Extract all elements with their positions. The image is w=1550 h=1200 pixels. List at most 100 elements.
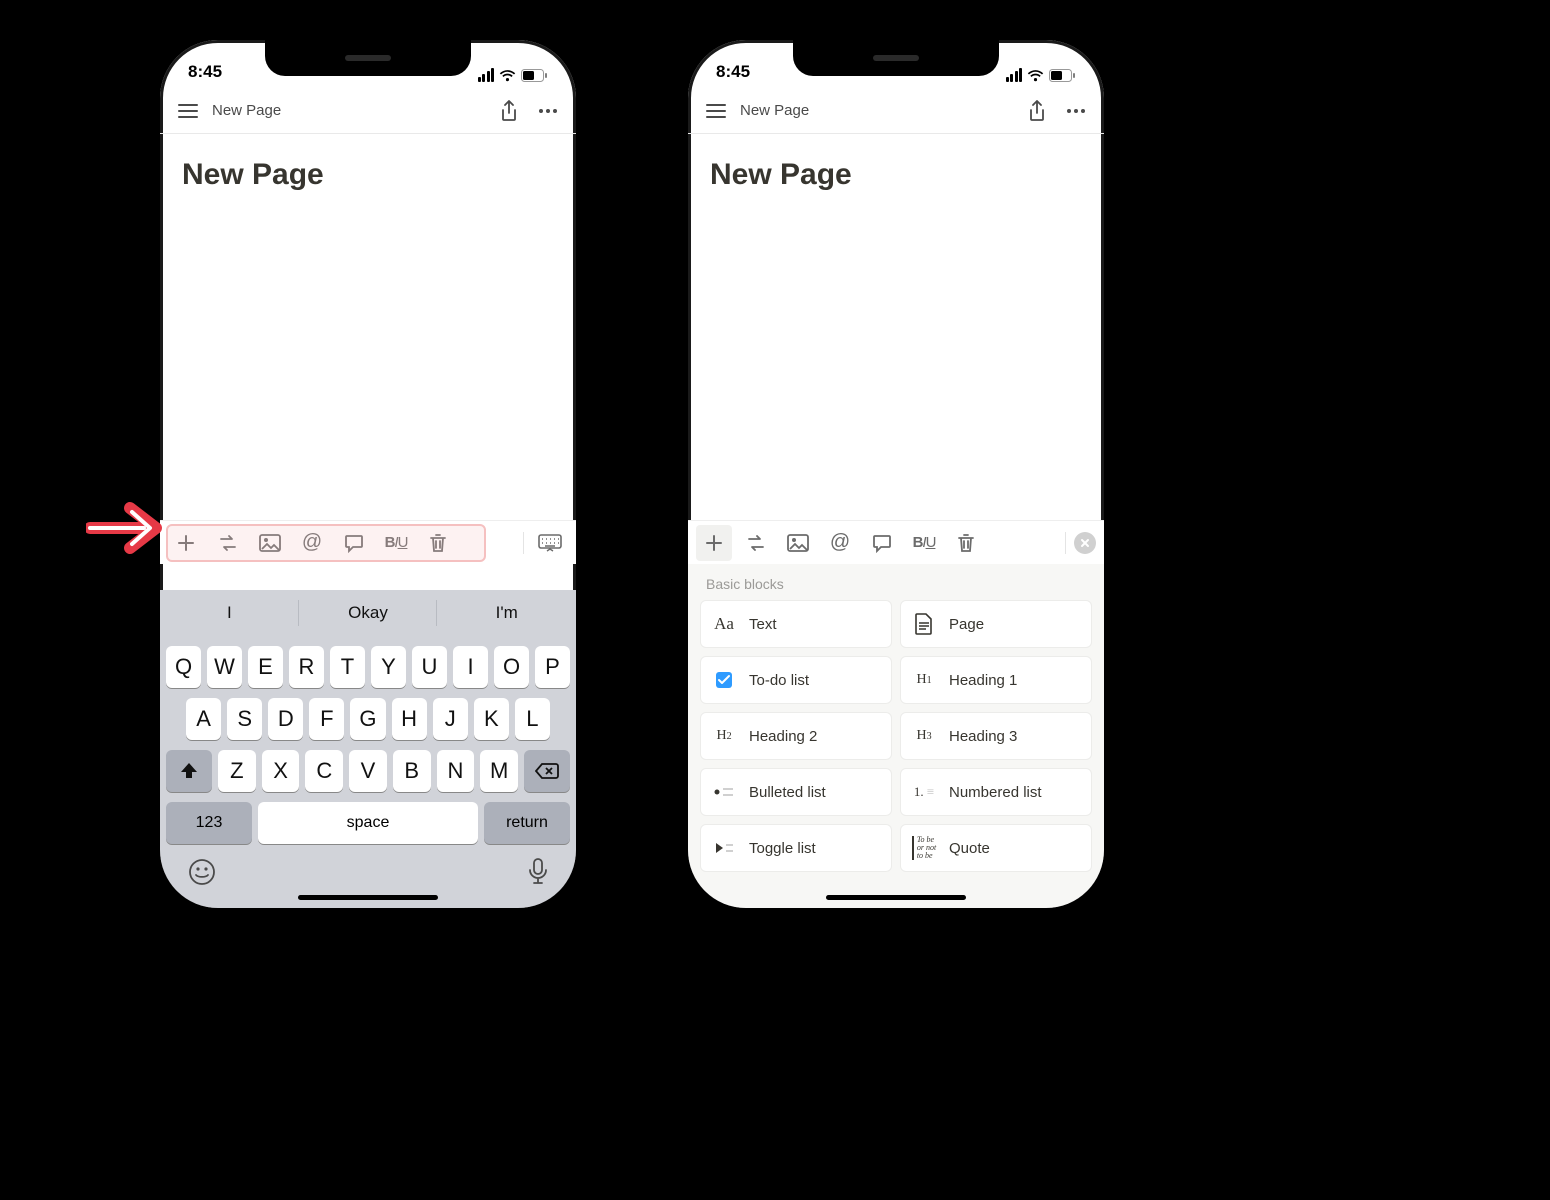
- key-u[interactable]: U: [412, 646, 447, 688]
- H2-icon: H2: [711, 723, 737, 749]
- key-d[interactable]: D: [268, 698, 303, 740]
- add-block-button[interactable]: [696, 525, 732, 561]
- key-m[interactable]: M: [480, 750, 518, 792]
- keyboard-toggle-button[interactable]: [532, 525, 568, 561]
- key-o[interactable]: O: [494, 646, 529, 688]
- key-a[interactable]: A: [186, 698, 221, 740]
- navbar: New Page: [688, 88, 1104, 134]
- shift-key[interactable]: [166, 750, 212, 792]
- suggestion[interactable]: I: [160, 590, 299, 636]
- space-key[interactable]: space: [258, 802, 478, 844]
- image-button[interactable]: [252, 525, 288, 561]
- share-icon[interactable]: [500, 100, 518, 122]
- editor-toolbar: @ BIU: [160, 520, 576, 564]
- turn-into-button[interactable]: [738, 525, 774, 561]
- share-icon[interactable]: [1028, 100, 1046, 122]
- turn-into-button[interactable]: [210, 525, 246, 561]
- comment-button[interactable]: [336, 525, 372, 561]
- block-item-label: To-do list: [749, 672, 809, 689]
- key-x[interactable]: X: [262, 750, 300, 792]
- notch: [265, 40, 471, 76]
- key-b[interactable]: B: [393, 750, 431, 792]
- signal-icon: [478, 68, 495, 82]
- block-item-page[interactable]: Page: [900, 600, 1092, 648]
- delete-button[interactable]: [948, 525, 984, 561]
- close-panel-button[interactable]: [1074, 532, 1096, 554]
- emoji-key[interactable]: [188, 858, 216, 893]
- arrow-annotation: [86, 498, 166, 563]
- more-icon[interactable]: [538, 108, 558, 114]
- block-item-heading-2[interactable]: H2 Heading 2: [700, 712, 892, 760]
- return-key[interactable]: return: [484, 802, 570, 844]
- block-item-numbered-list[interactable]: 1. ≡ Numbered list: [900, 768, 1092, 816]
- block-item-heading-3[interactable]: H3Heading 3: [900, 712, 1092, 760]
- suggestion[interactable]: Okay: [299, 590, 438, 636]
- mention-button[interactable]: @: [294, 525, 330, 561]
- backspace-key[interactable]: [524, 750, 570, 792]
- key-r[interactable]: R: [289, 646, 324, 688]
- block-item-label: Bulleted list: [749, 784, 826, 801]
- delete-button[interactable]: [420, 525, 456, 561]
- phone-left: 8:45 New Page New Page: [160, 40, 576, 908]
- signal-icon: [1006, 68, 1023, 82]
- home-indicator[interactable]: [826, 895, 966, 900]
- page-title[interactable]: New Page: [688, 134, 1104, 192]
- block-item-to-do-list[interactable]: To-do list: [700, 656, 892, 704]
- menu-icon[interactable]: [178, 103, 198, 119]
- key-s[interactable]: S: [227, 698, 262, 740]
- suggestion[interactable]: I'm: [437, 590, 576, 636]
- suggestion-row: I Okay I'm: [160, 590, 576, 636]
- dictation-key[interactable]: [528, 858, 548, 893]
- block-item-label: Heading 2: [749, 728, 817, 745]
- image-button[interactable]: [780, 525, 816, 561]
- key-g[interactable]: G: [350, 698, 385, 740]
- key-t[interactable]: T: [330, 646, 365, 688]
- more-icon[interactable]: [1066, 108, 1086, 114]
- key-p[interactable]: P: [535, 646, 570, 688]
- status-time: 8:45: [716, 62, 750, 82]
- block-item-toggle-list[interactable]: Toggle list: [700, 824, 892, 872]
- key-e[interactable]: E: [248, 646, 283, 688]
- page-title[interactable]: New Page: [160, 134, 576, 192]
- todo-icon: [711, 667, 737, 693]
- mention-button[interactable]: @: [822, 525, 858, 561]
- block-item-text[interactable]: AaText: [700, 600, 892, 648]
- key-w[interactable]: W: [207, 646, 242, 688]
- toolbar-separator: [1065, 532, 1066, 554]
- block-item-label: Page: [949, 616, 984, 633]
- key-h[interactable]: H: [392, 698, 427, 740]
- format-button[interactable]: BIU: [378, 525, 414, 561]
- block-menu-header: Basic blocks: [700, 564, 1092, 600]
- home-indicator[interactable]: [298, 895, 438, 900]
- block-item-label: Numbered list: [949, 784, 1042, 801]
- block-item-heading-1[interactable]: H1Heading 1: [900, 656, 1092, 704]
- number-icon: 1. ≡: [911, 779, 937, 805]
- key-j[interactable]: J: [433, 698, 468, 740]
- key-i[interactable]: I: [453, 646, 488, 688]
- notch: [793, 40, 999, 76]
- key-l[interactable]: L: [515, 698, 550, 740]
- key-n[interactable]: N: [437, 750, 475, 792]
- wifi-icon: [1027, 69, 1044, 82]
- numbers-key[interactable]: 123: [166, 802, 252, 844]
- H1-icon: H1: [911, 667, 937, 693]
- bullet-icon: [711, 779, 737, 805]
- key-v[interactable]: V: [349, 750, 387, 792]
- add-block-button[interactable]: [168, 525, 204, 561]
- toolbar-separator: [523, 532, 524, 554]
- menu-icon[interactable]: [706, 103, 726, 119]
- nav-title: New Page: [212, 102, 486, 119]
- key-c[interactable]: C: [305, 750, 343, 792]
- key-y[interactable]: Y: [371, 646, 406, 688]
- block-menu: Basic blocks AaTextPageTo-do listH1Headi…: [688, 564, 1104, 908]
- key-q[interactable]: Q: [166, 646, 201, 688]
- key-z[interactable]: Z: [218, 750, 256, 792]
- format-button[interactable]: BIU: [906, 525, 942, 561]
- H3-icon: H3: [911, 723, 937, 749]
- key-k[interactable]: K: [474, 698, 509, 740]
- block-item-quote[interactable]: To beor notto beQuote: [900, 824, 1092, 872]
- keyboard[interactable]: I Okay I'm QWERTYUIOP ASDFGHJKL ZXCVBNM …: [160, 590, 576, 908]
- block-item-bulleted-list[interactable]: Bulleted list: [700, 768, 892, 816]
- key-f[interactable]: F: [309, 698, 344, 740]
- comment-button[interactable]: [864, 525, 900, 561]
